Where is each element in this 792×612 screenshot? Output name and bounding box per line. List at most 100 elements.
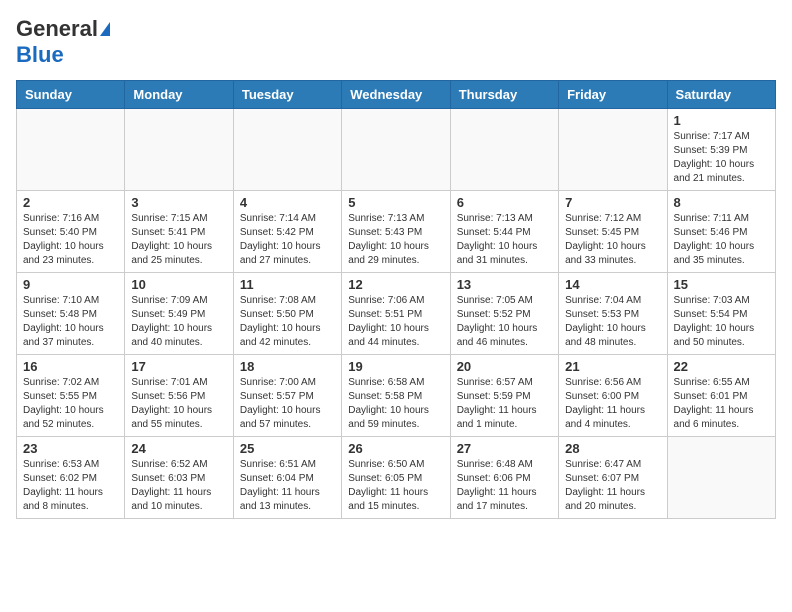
calendar-table: SundayMondayTuesdayWednesdayThursdayFrid… [16,80,776,519]
day-number: 11 [240,277,335,292]
logo-blue-text: Blue [16,42,64,68]
day-info: Sunrise: 7:08 AM Sunset: 5:50 PM Dayligh… [240,294,335,350]
logo: General Blue [16,16,110,68]
day-number: 17 [131,359,226,374]
day-number: 28 [565,441,660,456]
weekday-header-row: SundayMondayTuesdayWednesdayThursdayFrid… [17,81,776,109]
calendar-cell: 17 Sunrise: 7:01 AM Sunset: 5:56 PM Dayli… [125,355,233,437]
day-number: 12 [348,277,443,292]
day-info: Sunrise: 7:14 AM Sunset: 5:42 PM Dayligh… [240,212,335,268]
day-number: 4 [240,195,335,210]
calendar-cell: 1Sunrise: 7:17 AM Sunset: 5:39 PM Daylig… [667,109,775,191]
page-header: General Blue [16,16,776,68]
day-number: 15 [674,277,769,292]
day-number: 1 [674,113,769,128]
day-number: 23 [23,441,118,456]
weekday-header-wednesday: Wednesday [342,81,450,109]
day-number: 6 [457,195,552,210]
day-number: 13 [457,277,552,292]
day-info: Sunrise: 7:09 AM Sunset: 5:49 PM Dayligh… [131,294,226,350]
day-info: Sunrise: 7:04 AM Sunset: 5:53 PM Dayligh… [565,294,660,350]
calendar-cell: 14 Sunrise: 7:04 AM Sunset: 5:53 PM Dayli… [559,273,667,355]
calendar-cell: 21 Sunrise: 6:56 AM Sunset: 6:00 PM Dayli… [559,355,667,437]
calendar-cell: 20 Sunrise: 6:57 AM Sunset: 5:59 PM Dayli… [450,355,558,437]
calendar-cell: 24Sunrise: 6:52 AM Sunset: 6:03 PM Dayli… [125,437,233,519]
day-info: Sunrise: 7:03 AM Sunset: 5:54 PM Dayligh… [674,294,769,350]
day-info: Sunrise: 7:02 AM Sunset: 5:55 PM Dayligh… [23,376,118,432]
calendar-cell: 8 Sunrise: 7:11 AM Sunset: 5:46 PM Daylig… [667,191,775,273]
weekday-header-friday: Friday [559,81,667,109]
calendar-cell [125,109,233,191]
day-number: 25 [240,441,335,456]
day-number: 7 [565,195,660,210]
day-info: Sunrise: 7:13 AM Sunset: 5:44 PM Dayligh… [457,212,552,268]
calendar-cell [450,109,558,191]
calendar-cell [667,437,775,519]
day-number: 18 [240,359,335,374]
logo-general-text: General [16,16,98,42]
weekday-header-tuesday: Tuesday [233,81,341,109]
day-info: Sunrise: 6:56 AM Sunset: 6:00 PM Dayligh… [565,376,660,432]
day-number: 3 [131,195,226,210]
day-number: 9 [23,277,118,292]
calendar-cell: 15 Sunrise: 7:03 AM Sunset: 5:54 PM Dayli… [667,273,775,355]
day-number: 16 [23,359,118,374]
logo-triangle-icon [100,22,110,36]
day-info: Sunrise: 7:05 AM Sunset: 5:52 PM Dayligh… [457,294,552,350]
calendar-week-row: 2Sunrise: 7:16 AM Sunset: 5:40 PM Daylig… [17,191,776,273]
day-number: 21 [565,359,660,374]
calendar-cell: 18 Sunrise: 7:00 AM Sunset: 5:57 PM Dayli… [233,355,341,437]
calendar-cell: 10Sunrise: 7:09 AM Sunset: 5:49 PM Dayli… [125,273,233,355]
weekday-header-monday: Monday [125,81,233,109]
day-number: 19 [348,359,443,374]
calendar-cell: 2Sunrise: 7:16 AM Sunset: 5:40 PM Daylig… [17,191,125,273]
day-info: Sunrise: 6:58 AM Sunset: 5:58 PM Dayligh… [348,376,443,432]
calendar-week-row: 16 Sunrise: 7:02 AM Sunset: 5:55 PM Dayli… [17,355,776,437]
calendar-cell: 19 Sunrise: 6:58 AM Sunset: 5:58 PM Dayli… [342,355,450,437]
calendar-cell: 4 Sunrise: 7:14 AM Sunset: 5:42 PM Daylig… [233,191,341,273]
calendar-cell: 7 Sunrise: 7:12 AM Sunset: 5:45 PM Daylig… [559,191,667,273]
calendar-cell: 28 Sunrise: 6:47 AM Sunset: 6:07 PM Dayli… [559,437,667,519]
weekday-header-thursday: Thursday [450,81,558,109]
weekday-header-sunday: Sunday [17,81,125,109]
day-info: Sunrise: 7:01 AM Sunset: 5:56 PM Dayligh… [131,376,226,432]
day-info: Sunrise: 7:11 AM Sunset: 5:46 PM Dayligh… [674,212,769,268]
day-info: Sunrise: 7:16 AM Sunset: 5:40 PM Dayligh… [23,212,118,268]
day-info: Sunrise: 6:47 AM Sunset: 6:07 PM Dayligh… [565,458,660,514]
day-number: 14 [565,277,660,292]
day-info: Sunrise: 6:50 AM Sunset: 6:05 PM Dayligh… [348,458,443,514]
day-info: Sunrise: 6:57 AM Sunset: 5:59 PM Dayligh… [457,376,552,432]
day-info: Sunrise: 6:51 AM Sunset: 6:04 PM Dayligh… [240,458,335,514]
calendar-cell [17,109,125,191]
day-number: 20 [457,359,552,374]
day-number: 22 [674,359,769,374]
calendar-cell: 25 Sunrise: 6:51 AM Sunset: 6:04 PM Dayli… [233,437,341,519]
calendar-cell [233,109,341,191]
calendar-cell: 26 Sunrise: 6:50 AM Sunset: 6:05 PM Dayli… [342,437,450,519]
calendar-cell: 5Sunrise: 7:13 AM Sunset: 5:43 PM Daylig… [342,191,450,273]
day-number: 26 [348,441,443,456]
day-number: 8 [674,195,769,210]
day-info: Sunrise: 7:15 AM Sunset: 5:41 PM Dayligh… [131,212,226,268]
day-info: Sunrise: 6:55 AM Sunset: 6:01 PM Dayligh… [674,376,769,432]
calendar-week-row: 1Sunrise: 7:17 AM Sunset: 5:39 PM Daylig… [17,109,776,191]
day-number: 24 [131,441,226,456]
calendar-cell: 12Sunrise: 7:06 AM Sunset: 5:51 PM Dayli… [342,273,450,355]
calendar-cell: 3 Sunrise: 7:15 AM Sunset: 5:41 PM Daylig… [125,191,233,273]
calendar-cell: 27Sunrise: 6:48 AM Sunset: 6:06 PM Dayli… [450,437,558,519]
day-info: Sunrise: 7:10 AM Sunset: 5:48 PM Dayligh… [23,294,118,350]
calendar-cell: 22 Sunrise: 6:55 AM Sunset: 6:01 PM Dayli… [667,355,775,437]
calendar-cell [342,109,450,191]
weekday-header-saturday: Saturday [667,81,775,109]
day-info: Sunrise: 6:53 AM Sunset: 6:02 PM Dayligh… [23,458,118,514]
calendar-cell: 13 Sunrise: 7:05 AM Sunset: 5:52 PM Dayli… [450,273,558,355]
calendar-week-row: 23 Sunrise: 6:53 AM Sunset: 6:02 PM Dayli… [17,437,776,519]
calendar-cell: 6 Sunrise: 7:13 AM Sunset: 5:44 PM Daylig… [450,191,558,273]
calendar-cell: 16 Sunrise: 7:02 AM Sunset: 5:55 PM Dayli… [17,355,125,437]
day-info: Sunrise: 6:48 AM Sunset: 6:06 PM Dayligh… [457,458,552,514]
calendar-cell: 9 Sunrise: 7:10 AM Sunset: 5:48 PM Daylig… [17,273,125,355]
day-number: 5 [348,195,443,210]
calendar-cell: 23 Sunrise: 6:53 AM Sunset: 6:02 PM Dayli… [17,437,125,519]
day-info: Sunrise: 7:12 AM Sunset: 5:45 PM Dayligh… [565,212,660,268]
day-info: Sunrise: 7:00 AM Sunset: 5:57 PM Dayligh… [240,376,335,432]
